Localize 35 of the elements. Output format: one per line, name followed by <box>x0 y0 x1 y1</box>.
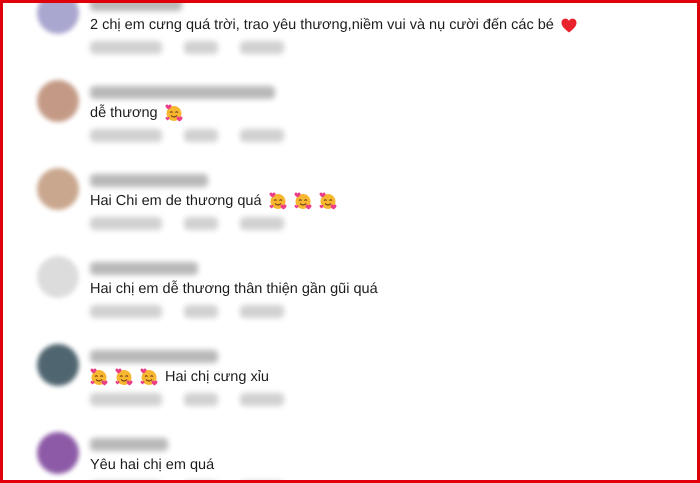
heart-icon <box>560 18 577 32</box>
blurred-meta <box>90 41 162 54</box>
comment-text: Yêu hai chị em quá <box>90 457 214 473</box>
blurred-meta <box>184 129 218 142</box>
blurred-meta <box>240 305 284 318</box>
blurred-meta <box>184 305 218 318</box>
blurred-meta <box>240 393 284 406</box>
smiling-face-with-hearts-icon <box>115 368 133 386</box>
avatar-photo-placeholder <box>37 432 79 474</box>
smiling-face-with-hearts-icon <box>164 104 183 122</box>
blurred-meta <box>90 217 162 230</box>
blurred-meta <box>184 217 218 230</box>
comment-text: dễ thương <box>90 105 158 121</box>
avatar-photo-placeholder <box>37 80 79 122</box>
blurred-meta <box>184 393 218 406</box>
blurred-meta <box>184 41 218 54</box>
comment-text: Hai Chi em de thương quá <box>90 193 262 209</box>
blurred-meta <box>240 129 284 142</box>
avatar-photo-placeholder <box>37 344 79 386</box>
smiling-face-with-hearts-icon <box>268 192 287 210</box>
smiling-face-with-hearts-icon <box>318 192 337 210</box>
blurred-meta <box>90 393 162 406</box>
blurred-meta <box>90 305 162 318</box>
smiling-face-with-hearts-icon <box>90 368 108 386</box>
comment-text: Hai chị cưng xỉu <box>165 369 269 385</box>
blurred-meta <box>90 129 162 142</box>
blurred-meta <box>240 217 284 230</box>
comment-text: 2 chị em cưng quá trời, trao yêu thương,niềm vui và nụ cười đến các bé <box>90 17 554 33</box>
blurred-meta <box>240 41 284 54</box>
smiling-face-with-hearts-icon <box>140 368 158 386</box>
avatar-photo-placeholder <box>37 168 79 210</box>
avatar-photo-placeholder <box>37 3 79 34</box>
comment-text: Hai chị em dễ thương thân thiện gần gũi quá <box>90 281 378 297</box>
avatar-photo-placeholder <box>37 256 79 298</box>
smiling-face-with-hearts-icon <box>294 192 312 210</box>
